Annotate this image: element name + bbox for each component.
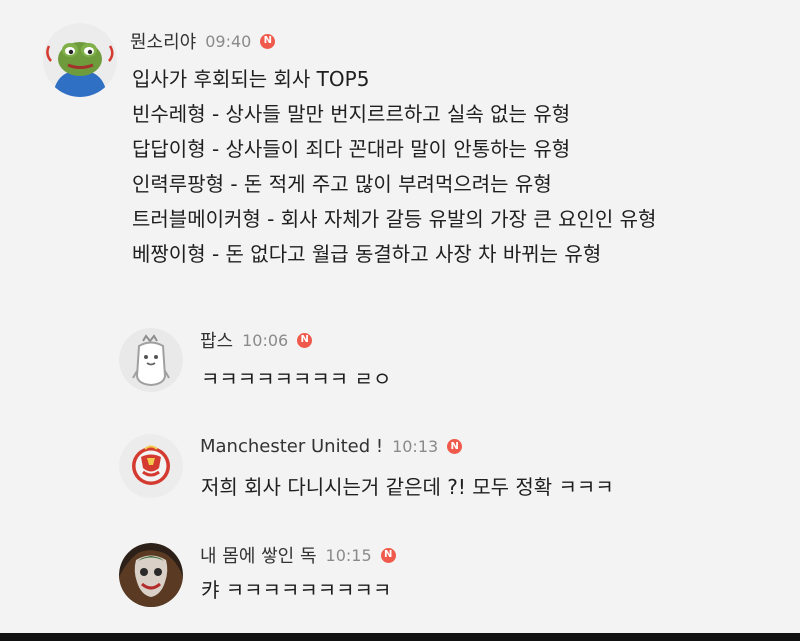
comment-line: 트러블메이커형 - 회사 자체가 갈등 유발의 가장 큰 요인인 유형 bbox=[132, 207, 657, 231]
frog-avatar-icon[interactable] bbox=[43, 23, 117, 97]
reply-meta: Manchester United ! 10:13 N bbox=[200, 436, 463, 457]
reply-text: 저희 회사 다니시는거 같은데 ?! 모두 정확 ㅋㅋㅋ bbox=[201, 475, 614, 499]
reply-item: 내 몸에 쌓인 독 10:15 N 캬 ㅋㅋㅋㅋㅋㅋㅋㅋㅋ bbox=[0, 531, 800, 621]
comment-item: 뭔소리야 09:40 N 입사가 후회되는 회사 TOP5 빈수레형 - 상사들… bbox=[0, 0, 800, 300]
comment-line: 빈수레형 - 상사들 말만 번지르르하고 실속 없는 유형 bbox=[132, 102, 571, 126]
comment-line: 입사가 후회되는 회사 TOP5 bbox=[132, 67, 370, 91]
frog-avatar-graphic bbox=[43, 23, 117, 97]
comment-body: 입사가 후회되는 회사 TOP5 빈수레형 - 상사들 말만 번지르르하고 실속… bbox=[132, 62, 656, 272]
author-name[interactable]: 팝스 bbox=[200, 327, 233, 353]
comment-line: 답답이형 - 상사들이 죄다 꼰대라 말이 안통하는 유형 bbox=[132, 137, 571, 161]
club-crest-avatar-graphic bbox=[119, 434, 183, 498]
comment-time: 10:06 bbox=[242, 330, 289, 350]
joker-avatar-graphic bbox=[119, 543, 183, 607]
comment-time: 10:15 bbox=[325, 545, 372, 565]
new-badge: N bbox=[260, 33, 276, 49]
author-name[interactable]: Manchester United ! bbox=[200, 436, 383, 457]
comment-meta: 뭔소리야 09:40 N bbox=[130, 28, 276, 54]
reply-meta: 팝스 10:06 N bbox=[200, 327, 313, 353]
reply-item: 팝스 10:06 N ㅋㅋㅋㅋㅋㅋㅋㅋ ㄹㅇ bbox=[0, 315, 800, 405]
character-avatar-icon[interactable] bbox=[119, 328, 183, 392]
reply-text: 캬 ㅋㅋㅋㅋㅋㅋㅋㅋㅋ bbox=[201, 578, 392, 602]
new-badge: N bbox=[447, 439, 463, 454]
joker-avatar-icon[interactable] bbox=[119, 543, 183, 607]
author-name[interactable]: 내 몸에 쌓인 독 bbox=[200, 542, 317, 568]
comment-thread: 뭔소리야 09:40 N 입사가 후회되는 회사 TOP5 빈수레형 - 상사들… bbox=[0, 0, 800, 633]
club-crest-avatar-icon[interactable] bbox=[119, 434, 183, 498]
new-badge: N bbox=[380, 547, 396, 563]
comment-time: 10:13 bbox=[392, 437, 439, 456]
comment-line: 베짱이형 - 돈 없다고 월급 동결하고 사장 차 바뀌는 유형 bbox=[132, 242, 602, 266]
new-badge: N bbox=[297, 332, 313, 348]
character-avatar-graphic bbox=[119, 328, 183, 392]
author-name[interactable]: 뭔소리야 bbox=[130, 28, 196, 54]
reply-item: Manchester United ! 10:13 N 저희 회사 다니시는거 … bbox=[0, 423, 800, 513]
reply-text: ㅋㅋㅋㅋㅋㅋㅋㅋ ㄹㅇ bbox=[201, 367, 392, 391]
comment-line: 인력루팡형 - 돈 적게 주고 많이 부려먹으려는 유형 bbox=[132, 172, 552, 196]
comment-time: 09:40 bbox=[205, 31, 252, 51]
reply-meta: 내 몸에 쌓인 독 10:15 N bbox=[200, 542, 396, 568]
